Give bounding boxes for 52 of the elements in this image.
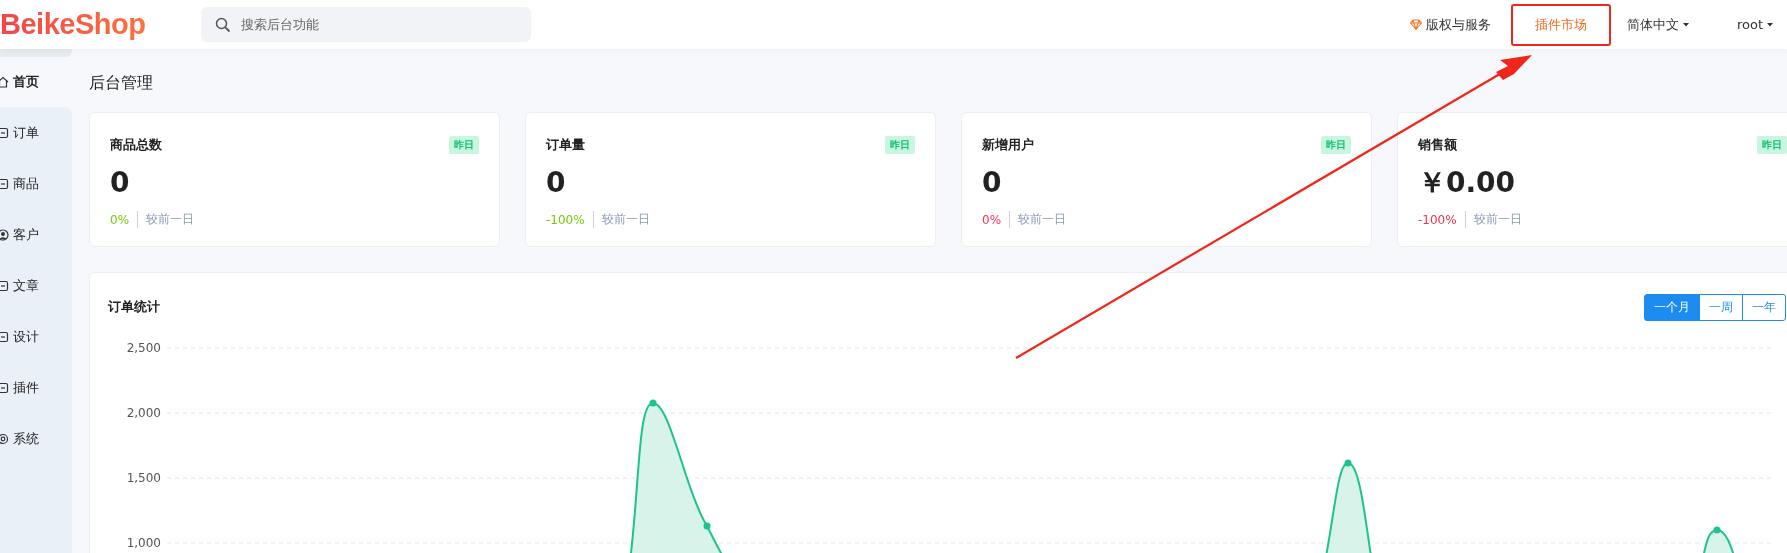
user-icon (0, 228, 9, 241)
stat-value: 0 (110, 165, 131, 201)
caret-icon (1767, 22, 1773, 27)
card-title: 商品总数 (110, 136, 162, 154)
home-icon (0, 76, 9, 88)
data-point (703, 522, 711, 530)
card-title: 新增用户 (982, 136, 1034, 154)
period-badge: 昨日 (1321, 136, 1351, 154)
dropdown-menu[interactable]: 简体中文 (1614, 3, 1701, 46)
sidebar-item[interactable]: 订单 (0, 107, 72, 158)
sidebar-item[interactable]: 插件 (0, 362, 72, 413)
sidebar-item[interactable]: 商品 (0, 158, 72, 209)
dropdown-menu[interactable]: root (1724, 3, 1785, 46)
sidebar-item[interactable]: 系统 (0, 413, 72, 464)
axis-label: 1,500 (126, 471, 161, 485)
sidebar-item[interactable]: 文章 (0, 260, 72, 311)
chart-title: 订单统计 (108, 298, 160, 316)
axis-label: 1,000 (126, 536, 161, 550)
compare-label: 较前一日 (137, 211, 195, 228)
stat-value: ￥0.00 (1418, 165, 1517, 201)
change-percent: 0% (982, 212, 1002, 227)
compare-label: 较前一日 (592, 211, 650, 228)
card-title: 订单量 (546, 136, 585, 154)
sidebar-item[interactable]: 首页 (0, 57, 72, 107)
period-tab[interactable]: 一年 (1742, 293, 1786, 321)
sidebar-item[interactable]: 客户 (0, 209, 72, 260)
data-point (649, 399, 657, 407)
search-icon (215, 17, 231, 33)
period-badge: 昨日 (885, 136, 915, 154)
card-title: 销售额 (1418, 136, 1457, 154)
sidebar-item[interactable]: 设计 (0, 311, 72, 362)
diamond-icon (1409, 19, 1422, 30)
search-field[interactable]: 搜索后台功能 (201, 7, 531, 42)
period-badge: 昨日 (449, 136, 479, 154)
stat-value: 0 (546, 165, 567, 201)
change-percent: 0% (110, 212, 130, 227)
data-point (1344, 459, 1352, 467)
axis-label: 2,500 (126, 341, 161, 355)
nav-link[interactable]: 版权与服务 (1397, 3, 1503, 46)
compare-label: 较前一日 (1009, 211, 1067, 228)
gear-icon (0, 432, 9, 445)
data-point (1713, 526, 1721, 534)
period-tab[interactable]: 一周 (1699, 293, 1743, 321)
stat-value: 0 (982, 165, 1003, 201)
caret-icon (1682, 22, 1689, 27)
change-percent: -100% (1418, 212, 1457, 227)
page-title: 后台管理 (89, 72, 154, 94)
axis-label: 2,000 (126, 406, 161, 420)
period-badge: 昨日 (1757, 136, 1787, 154)
compare-label: 较前一日 (1464, 211, 1522, 228)
sidebar-top-strip (0, 49, 72, 57)
change-percent: -100% (546, 212, 585, 227)
